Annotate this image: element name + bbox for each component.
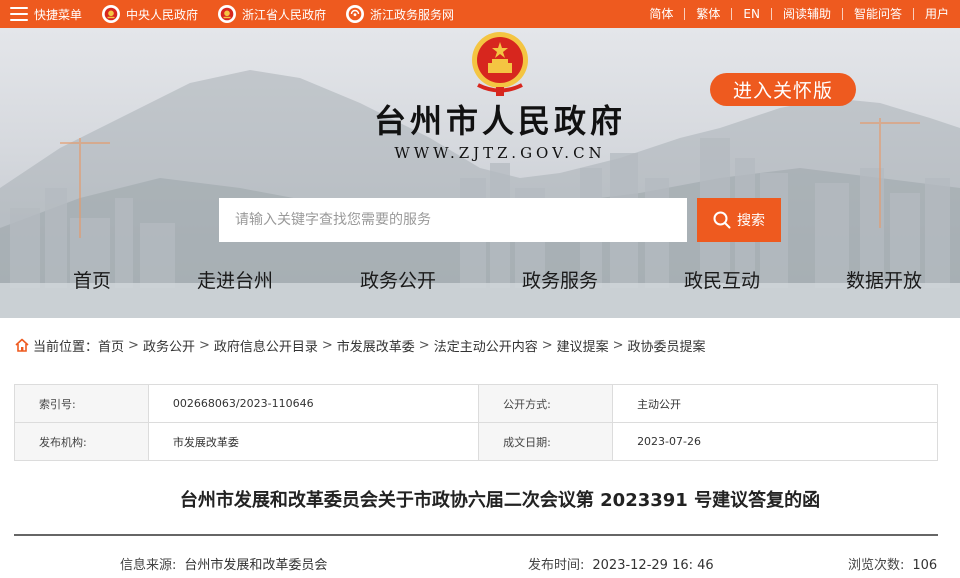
breadcrumb-item[interactable]: 政协委员提案 <box>628 336 706 355</box>
national-emblem-icon <box>218 5 237 23</box>
breadcrumb-item[interactable]: 建议提案 <box>557 336 609 355</box>
breadcrumb-item[interactable]: 市发展改革委 <box>337 336 415 355</box>
breadcrumb-separator: > <box>128 337 139 353</box>
nav-home[interactable]: 首页 <box>73 266 111 293</box>
search-input[interactable] <box>219 198 687 242</box>
table-row: 索引号: 002668063/2023-110646 公开方式: 主动公开 <box>14 384 938 423</box>
breadcrumb-separator: > <box>321 337 333 353</box>
article-title: 台州市发展和改革委员会关于市政协六届二次会议第 2023391 号建议答复的函 <box>179 490 821 511</box>
disclosure-value: 主动公开 <box>612 384 938 423</box>
publish-label: 发布时间: <box>528 558 585 573</box>
main-nav: 首页 走进台州 政务公开 政务服务 政民互动 数据开放 <box>0 266 960 296</box>
site-url: WWW.ZJTZ.GOV.CN <box>394 144 606 162</box>
breadcrumb-item[interactable]: 首页 <box>98 336 124 355</box>
publisher-label: 发布机构: <box>14 422 149 461</box>
top-bar-left: 快捷菜单 中央人民政府 浙江省人民政府 浙江政务服务网 <box>10 0 454 28</box>
publisher-value: 市发展改革委 <box>147 422 480 461</box>
publish-value: 2023-12-29 16: 46 <box>592 558 714 573</box>
national-emblem-icon <box>102 5 121 23</box>
user-link[interactable]: 用户 <box>912 8 960 20</box>
breadcrumb-item[interactable]: 政务公开 <box>143 336 195 355</box>
header-banner: 台州市人民政府 WWW.ZJTZ.GOV.CN 进入关怀版 搜索 首页 走进台州… <box>0 28 960 318</box>
lang-simplified[interactable]: 简体 <box>638 8 684 20</box>
article-publish-time: 发布时间: 2023-12-29 16: 46 <box>528 554 714 573</box>
link-zhejiang-service-label: 浙江政务服务网 <box>370 7 455 22</box>
link-central-government[interactable]: 中央人民政府 <box>102 5 198 23</box>
nav-about-taizhou[interactable]: 走进台州 <box>197 266 273 293</box>
search-button-label: 搜索 <box>737 213 765 229</box>
national-emblem-icon <box>472 32 528 96</box>
title-divider <box>14 534 938 536</box>
lang-traditional[interactable]: 繁体 <box>684 8 731 20</box>
smart-qa-link[interactable]: 智能问答 <box>841 8 913 20</box>
search-icon <box>713 211 731 229</box>
source-label: 信息来源: <box>120 558 177 573</box>
link-central-government-label: 中央人民政府 <box>126 7 199 22</box>
breadcrumb-separator: > <box>418 337 430 353</box>
search-button[interactable]: 搜索 <box>697 198 781 242</box>
article-source: 信息来源: 台州市发展和改革委员会 <box>120 554 327 573</box>
reading-assist-link[interactable]: 阅读辅助 <box>770 8 842 20</box>
table-row: 发布机构: 市发展改革委 成文日期: 2023-07-26 <box>14 422 938 461</box>
document-info-table: 索引号: 002668063/2023-110646 公开方式: 主动公开 发布… <box>14 384 938 461</box>
breadcrumb-item[interactable]: 政府信息公开目录 <box>214 336 318 355</box>
index-value: 002668063/2023-110646 <box>147 384 480 423</box>
menu-icon <box>10 7 28 21</box>
date-label: 成文日期: <box>478 422 614 461</box>
link-zhejiang-service[interactable]: 浙江政务服务网 <box>346 5 454 23</box>
breadcrumb-separator: > <box>198 337 210 353</box>
breadcrumb-separator: > <box>541 337 553 353</box>
breadcrumb: 当前位置： 首页 > 政务公开 > 政府信息公开目录 > 市发展改革委 > 法定… <box>14 336 706 355</box>
article-views: 浏览次数: 106 <box>848 554 937 573</box>
nav-interaction[interactable]: 政民互动 <box>684 266 760 293</box>
top-bar: 快捷菜单 中央人民政府 浙江省人民政府 浙江政务服务网 简体 繁体 EN 阅读辅… <box>0 0 960 28</box>
views-label: 浏览次数: <box>848 558 905 573</box>
nav-gov-affairs[interactable]: 政务公开 <box>360 266 436 293</box>
breadcrumb-separator: > <box>612 337 624 353</box>
date-value: 2023-07-26 <box>612 422 938 461</box>
nav-gov-services[interactable]: 政务服务 <box>522 266 598 293</box>
quick-menu-label: 快捷菜单 <box>34 7 83 22</box>
source-value: 台州市发展和改革委员会 <box>184 558 328 573</box>
breadcrumb-item[interactable]: 法定主动公开内容 <box>434 336 538 355</box>
top-bar-right: 简体 繁体 EN 阅读辅助 智能问答 用户 <box>638 0 960 28</box>
breadcrumb-prefix: 当前位置： <box>33 339 99 355</box>
service-logo-icon <box>346 5 365 23</box>
index-label: 索引号: <box>14 384 149 423</box>
nav-open-data[interactable]: 数据开放 <box>846 266 922 293</box>
care-version-button[interactable]: 进入关怀版 <box>710 73 856 106</box>
views-value: 106 <box>912 558 938 573</box>
link-zhejiang-government-label: 浙江省人民政府 <box>242 7 327 22</box>
lang-english[interactable]: EN <box>731 8 771 20</box>
disclosure-label: 公开方式: <box>478 384 614 423</box>
home-icon <box>15 338 29 352</box>
quick-menu-button[interactable]: 快捷菜单 <box>10 6 82 23</box>
link-zhejiang-government[interactable]: 浙江省人民政府 <box>218 5 326 23</box>
